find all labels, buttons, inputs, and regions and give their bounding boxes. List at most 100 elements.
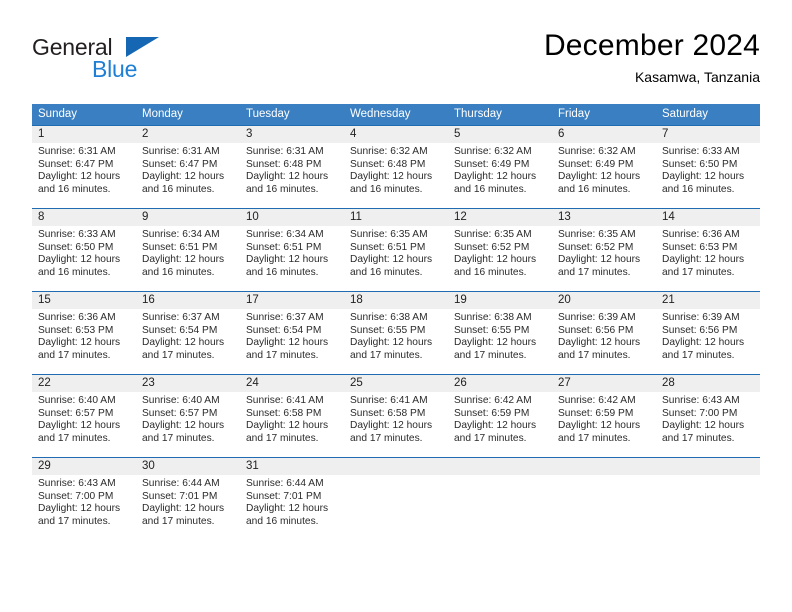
- calendar-day-cell[interactable]: 21 Sunrise: 6:39 AM Sunset: 6:56 PM Dayligh…: [656, 291, 760, 375]
- day-number: 24: [240, 375, 344, 392]
- calendar-day-cell[interactable]: 5 Sunrise: 6:32 AM Sunset: 6:49 PM Daylight…: [448, 125, 552, 209]
- daylight-text-line1: Daylight: 12 hours: [662, 171, 745, 183]
- sunrise-text: Sunrise: 6:43 AM: [662, 395, 740, 406]
- daylight-text-line1: Daylight: 12 hours: [662, 337, 745, 349]
- calendar-day-cell[interactable]: [552, 457, 656, 540]
- daylight-text-line1: Daylight: 12 hours: [662, 420, 745, 432]
- day-number: 28: [656, 375, 760, 392]
- calendar-day-cell[interactable]: [344, 457, 448, 540]
- calendar-day-cell[interactable]: 3 Sunrise: 6:31 AM Sunset: 6:48 PM Daylight…: [240, 125, 344, 209]
- calendar-day-cell[interactable]: 27 Sunrise: 6:42 AM Sunset: 6:59 PM Dayligh…: [552, 374, 656, 458]
- sunrise-text: Sunrise: 6:31 AM: [142, 146, 220, 157]
- daylight-text-line1: Daylight: 12 hours: [558, 420, 641, 432]
- daylight-text-line1: Daylight: 12 hours: [558, 254, 641, 266]
- day-details: Sunrise: 6:33 AM Sunset: 6:50 PM Daylight:…: [656, 143, 760, 196]
- day-details: Sunrise: 6:31 AM Sunset: 6:47 PM Daylight:…: [136, 143, 240, 196]
- calendar-day-cell[interactable]: 16 Sunrise: 6:37 AM Sunset: 6:54 PM Dayligh…: [136, 291, 240, 375]
- sunrise-text: Sunrise: 6:33 AM: [38, 229, 116, 240]
- calendar-day-cell[interactable]: 15 Sunrise: 6:36 AM Sunset: 6:53 PM Dayligh…: [32, 291, 136, 375]
- day-number: 3: [240, 126, 344, 143]
- calendar-day-cell[interactable]: 11 Sunrise: 6:35 AM Sunset: 6:51 PM Dayligh…: [344, 208, 448, 292]
- sunrise-text: Sunrise: 6:41 AM: [350, 395, 428, 406]
- daylight-text-line2: and 17 minutes.: [350, 349, 423, 361]
- daylight-text-line2: and 17 minutes.: [246, 432, 319, 444]
- daylight-text-line1: Daylight: 12 hours: [454, 171, 537, 183]
- daylight-text-line2: and 16 minutes.: [38, 266, 111, 278]
- calendar-day-cell[interactable]: [448, 457, 552, 540]
- calendar-day-cell[interactable]: [656, 457, 760, 540]
- day-details: Sunrise: 6:39 AM Sunset: 6:56 PM Daylight:…: [552, 309, 656, 362]
- daylight-text-line2: and 16 minutes.: [246, 515, 319, 527]
- calendar-day-cell[interactable]: 2 Sunrise: 6:31 AM Sunset: 6:47 PM Daylight…: [136, 125, 240, 209]
- calendar-day-cell[interactable]: 8 Sunrise: 6:33 AM Sunset: 6:50 PM Daylight…: [32, 208, 136, 292]
- day-number: 16: [136, 292, 240, 309]
- day-details: Sunrise: 6:35 AM Sunset: 6:52 PM Daylight:…: [552, 226, 656, 279]
- sunrise-text: Sunrise: 6:32 AM: [350, 146, 428, 157]
- calendar-day-cell[interactable]: 9 Sunrise: 6:34 AM Sunset: 6:51 PM Daylight…: [136, 208, 240, 292]
- calendar-day-cell[interactable]: 22 Sunrise: 6:40 AM Sunset: 6:57 PM Dayligh…: [32, 374, 136, 458]
- day-details: [656, 475, 760, 478]
- calendar-day-cell[interactable]: 14 Sunrise: 6:36 AM Sunset: 6:53 PM Dayligh…: [656, 208, 760, 292]
- day-number: 29: [32, 458, 136, 475]
- day-details: Sunrise: 6:31 AM Sunset: 6:47 PM Daylight:…: [32, 143, 136, 196]
- calendar-day-cell[interactable]: 12 Sunrise: 6:35 AM Sunset: 6:52 PM Dayligh…: [448, 208, 552, 292]
- calendar-day-cell[interactable]: 6 Sunrise: 6:32 AM Sunset: 6:49 PM Daylight…: [552, 125, 656, 209]
- day-number: [656, 458, 760, 475]
- sunset-text: Sunset: 6:47 PM: [38, 158, 114, 170]
- daylight-text-line2: and 17 minutes.: [350, 432, 423, 444]
- calendar-day-cell[interactable]: 17 Sunrise: 6:37 AM Sunset: 6:54 PM Dayligh…: [240, 291, 344, 375]
- calendar-day-cell[interactable]: 28 Sunrise: 6:43 AM Sunset: 7:00 PM Dayligh…: [656, 374, 760, 458]
- day-details: Sunrise: 6:37 AM Sunset: 6:54 PM Daylight:…: [136, 309, 240, 362]
- calendar-day-cell[interactable]: 20 Sunrise: 6:39 AM Sunset: 6:56 PM Dayligh…: [552, 291, 656, 375]
- calendar-day-cell[interactable]: 29 Sunrise: 6:43 AM Sunset: 7:00 PM Dayligh…: [32, 457, 136, 540]
- calendar-day-cell[interactable]: 13 Sunrise: 6:35 AM Sunset: 6:52 PM Dayligh…: [552, 208, 656, 292]
- day-number: [344, 458, 448, 475]
- daylight-text-line1: Daylight: 12 hours: [350, 420, 433, 432]
- calendar-day-cell[interactable]: 31 Sunrise: 6:44 AM Sunset: 7:01 PM Dayligh…: [240, 457, 344, 540]
- sunset-text: Sunset: 6:59 PM: [454, 407, 530, 419]
- calendar-day-cell[interactable]: 25 Sunrise: 6:41 AM Sunset: 6:58 PM Dayligh…: [344, 374, 448, 458]
- calendar-day-cell[interactable]: 19 Sunrise: 6:38 AM Sunset: 6:55 PM Dayligh…: [448, 291, 552, 375]
- calendar-day-cell[interactable]: 18 Sunrise: 6:38 AM Sunset: 6:55 PM Dayligh…: [344, 291, 448, 375]
- generalblue-logo[interactable]: General Blue: [32, 34, 252, 86]
- day-cell-inner: [552, 458, 656, 540]
- day-cell-inner: 1 Sunrise: 6:31 AM Sunset: 6:47 PM Daylight…: [32, 126, 136, 208]
- daylight-text-line1: Daylight: 12 hours: [38, 420, 121, 432]
- day-details: Sunrise: 6:39 AM Sunset: 6:56 PM Daylight:…: [656, 309, 760, 362]
- sunrise-text: Sunrise: 6:40 AM: [38, 395, 116, 406]
- day-number: 25: [344, 375, 448, 392]
- calendar-day-cell[interactable]: 23 Sunrise: 6:40 AM Sunset: 6:57 PM Dayligh…: [136, 374, 240, 458]
- calendar-week-row: 1 Sunrise: 6:31 AM Sunset: 6:47 PM Daylight…: [32, 125, 760, 209]
- sunrise-text: Sunrise: 6:38 AM: [350, 312, 428, 323]
- calendar-day-cell[interactable]: 26 Sunrise: 6:42 AM Sunset: 6:59 PM Dayligh…: [448, 374, 552, 458]
- calendar-day-cell[interactable]: 4 Sunrise: 6:32 AM Sunset: 6:48 PM Daylight…: [344, 125, 448, 209]
- calendar-day-cell[interactable]: 24 Sunrise: 6:41 AM Sunset: 6:58 PM Dayligh…: [240, 374, 344, 458]
- sunrise-text: Sunrise: 6:36 AM: [38, 312, 116, 323]
- calendar-week-row: 29 Sunrise: 6:43 AM Sunset: 7:00 PM Dayligh…: [32, 457, 760, 540]
- calendar-day-cell[interactable]: 1 Sunrise: 6:31 AM Sunset: 6:47 PM Daylight…: [32, 125, 136, 209]
- day-cell-inner: 27 Sunrise: 6:42 AM Sunset: 6:59 PM Dayligh…: [552, 375, 656, 457]
- daylight-text-line2: and 17 minutes.: [142, 349, 215, 361]
- day-details: Sunrise: 6:35 AM Sunset: 6:51 PM Daylight:…: [344, 226, 448, 279]
- calendar-day-cell[interactable]: 7 Sunrise: 6:33 AM Sunset: 6:50 PM Daylight…: [656, 125, 760, 209]
- sunset-text: Sunset: 6:47 PM: [142, 158, 218, 170]
- weekday-header-saturday: Saturday: [656, 104, 760, 126]
- calendar-day-cell[interactable]: 10 Sunrise: 6:34 AM Sunset: 6:51 PM Dayligh…: [240, 208, 344, 292]
- day-cell-inner: 30 Sunrise: 6:44 AM Sunset: 7:01 PM Dayligh…: [136, 458, 240, 540]
- day-number: 4: [344, 126, 448, 143]
- sunset-text: Sunset: 7:01 PM: [246, 490, 322, 502]
- calendar-day-cell[interactable]: 30 Sunrise: 6:44 AM Sunset: 7:01 PM Dayligh…: [136, 457, 240, 540]
- day-details: Sunrise: 6:32 AM Sunset: 6:49 PM Daylight:…: [552, 143, 656, 196]
- day-cell-inner: [344, 458, 448, 540]
- day-cell-inner: 2 Sunrise: 6:31 AM Sunset: 6:47 PM Daylight…: [136, 126, 240, 208]
- calendar-body: 1 Sunrise: 6:31 AM Sunset: 6:47 PM Daylight…: [32, 125, 760, 540]
- sunrise-text: Sunrise: 6:31 AM: [38, 146, 116, 157]
- day-cell-inner: 10 Sunrise: 6:34 AM Sunset: 6:51 PM Dayligh…: [240, 209, 344, 291]
- sunrise-text: Sunrise: 6:44 AM: [142, 478, 220, 489]
- day-number: [552, 458, 656, 475]
- day-details: Sunrise: 6:31 AM Sunset: 6:48 PM Daylight:…: [240, 143, 344, 196]
- calendar-table: Sunday Monday Tuesday Wednesday Thursday…: [32, 104, 760, 540]
- page-header: General Blue December 2024 Kasamwa, Tanz…: [32, 28, 760, 94]
- sunset-text: Sunset: 6:51 PM: [142, 241, 218, 253]
- sunset-text: Sunset: 6:52 PM: [558, 241, 634, 253]
